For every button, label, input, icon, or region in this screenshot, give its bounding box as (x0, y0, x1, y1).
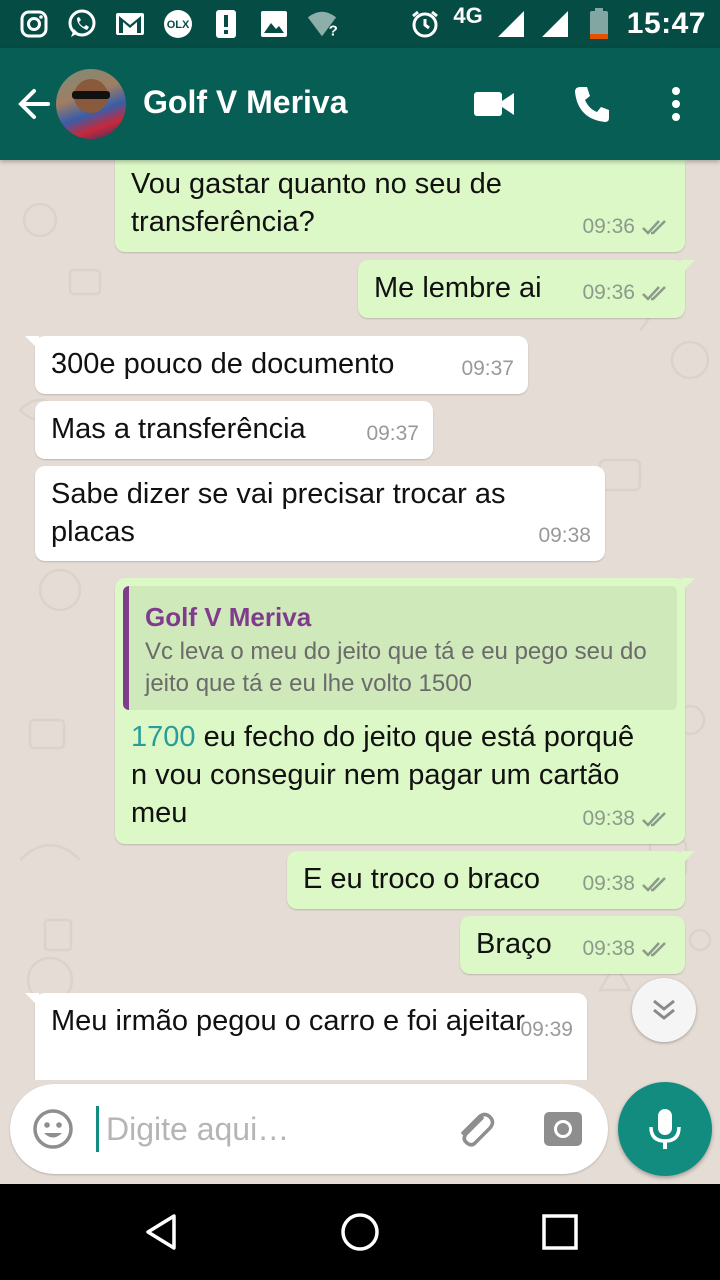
message-text: Sabe dizer se vai precisar trocar as pla… (51, 478, 506, 548)
message-text: 1700 eu fecho do jeito que está porquê n… (131, 718, 651, 832)
message-meta: 09:36 (582, 208, 671, 246)
quoted-text: Vc leva o meu do jeito que tá e eu pego … (145, 638, 647, 697)
message-time: 09:38 (582, 807, 635, 830)
quoted-message[interactable]: Golf V Meriva Vc leva o meu do jeito que… (123, 586, 677, 710)
phone-icon[interactable] (570, 82, 614, 126)
message-meta: 09:37 (461, 350, 514, 388)
system-status: 4G 15:47 (409, 3, 706, 42)
instagram-icon (18, 8, 50, 40)
gmail-icon (114, 8, 146, 40)
attach-icon[interactable] (452, 1106, 498, 1152)
message-bubble-outgoing[interactable]: Me lembre ai 09:36 (358, 260, 695, 318)
message-bubble-outgoing[interactable]: Golf V Meriva Vc leva o meu do jeito que… (115, 578, 695, 844)
message-time: 09:37 (366, 422, 419, 445)
message-time: 09:38 (582, 872, 635, 895)
phone-number-link[interactable]: 1700 (131, 721, 196, 753)
quoted-author: Golf V Meriva (145, 602, 312, 632)
message-bubble-outgoing[interactable]: E eu troco o braco 09:38 (287, 851, 695, 909)
signal-icon (495, 8, 527, 40)
message-bubble-incoming[interactable]: Sabe dizer se vai precisar trocar as pla… (35, 466, 605, 561)
read-ticks-icon (642, 942, 666, 957)
message-text: E eu troco o braco (303, 863, 540, 895)
message-bubble-outgoing[interactable]: Braço 09:38 (460, 916, 685, 974)
network-type: 4G (453, 3, 483, 28)
olx-icon: OLX (162, 8, 194, 40)
read-ticks-icon (642, 220, 666, 235)
status-bar: OLX ? 4G 15:47 (0, 0, 720, 48)
message-bubble-incoming[interactable]: Mas a transferência 09:37 (35, 401, 433, 459)
clock: 15:47 (626, 7, 706, 40)
message-time: 09:39 (520, 1018, 573, 1041)
voice-message-button[interactable] (618, 1082, 712, 1176)
message-composer (10, 1084, 608, 1174)
text-cursor (96, 1106, 99, 1152)
alarm-icon (409, 8, 441, 40)
message-text: Me lembre ai (374, 272, 542, 304)
message-time: 09:36 (582, 281, 635, 304)
more-vert-icon[interactable] (654, 82, 698, 126)
message-text-rest: eu fecho do jeito que está porquê n vou … (131, 721, 635, 829)
video-call-icon[interactable] (472, 82, 516, 126)
read-ticks-icon (642, 812, 666, 827)
recents-nav-icon[interactable] (538, 1210, 582, 1254)
chat-area[interactable]: Vou gastar quanto no seu de transferênci… (0, 160, 720, 1080)
message-text: Braço (476, 928, 552, 960)
camera-icon[interactable] (540, 1106, 586, 1152)
system-navigation-bar (0, 1184, 720, 1280)
message-meta: 09:36 (582, 274, 671, 312)
image-icon (258, 8, 290, 40)
read-ticks-icon (642, 877, 666, 892)
scroll-to-bottom-button[interactable] (632, 978, 696, 1042)
battery-low-icon (583, 8, 615, 40)
message-text: 300e pouco de documento (51, 348, 395, 380)
back-nav-icon[interactable] (140, 1210, 184, 1254)
message-meta: 09:37 (366, 415, 419, 453)
message-input[interactable] (106, 1104, 426, 1154)
message-bubble-outgoing[interactable]: Vou gastar quanto no seu de transferênci… (115, 160, 695, 252)
chat-header: Golf V Meriva (0, 48, 720, 160)
double-chevron-down-icon (653, 999, 675, 1020)
alert-icon (210, 8, 242, 40)
emoji-icon[interactable] (32, 1108, 74, 1150)
microphone-icon (649, 1109, 681, 1149)
message-meta: 09:38 (538, 517, 591, 555)
home-nav-icon[interactable] (338, 1210, 382, 1254)
message-text: Mas a transferência (51, 413, 306, 445)
message-time: 09:38 (582, 937, 635, 960)
signal-icon (539, 8, 571, 40)
message-meta: 09:39 (520, 1011, 573, 1049)
olx-label: OLX (167, 19, 190, 31)
message-bubble-incoming[interactable]: 300e pouco de documento 09:37 (25, 336, 528, 394)
message-meta: 09:38 (582, 865, 671, 903)
back-arrow-icon[interactable] (14, 84, 54, 124)
avatar[interactable] (56, 69, 126, 139)
svg-text:?: ? (329, 22, 338, 39)
message-meta: 09:38 (582, 930, 671, 968)
message-time: 09:38 (538, 524, 591, 547)
message-text: Meu irmão pegou o carro e foi ajeitar (51, 1005, 525, 1037)
message-bubble-incoming[interactable]: Meu irmão pegou o carro e foi ajeitar 09… (25, 993, 587, 1080)
message-time: 09:37 (461, 357, 514, 380)
whatsapp-icon (66, 8, 98, 40)
contact-name[interactable]: Golf V Meriva (143, 84, 348, 121)
notification-icons: OLX ? (18, 6, 338, 42)
message-time: 09:36 (582, 215, 635, 238)
read-ticks-icon (642, 286, 666, 301)
message-meta: 09:38 (582, 800, 671, 838)
message-text: Vou gastar quanto no seu de transferênci… (131, 168, 502, 238)
wifi-unknown-icon: ? (306, 8, 338, 40)
